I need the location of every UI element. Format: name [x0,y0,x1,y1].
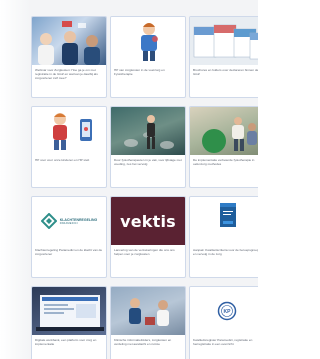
card-caption: Kwaliteitsregister Paramedici, registrat… [193,338,253,346]
screen: Webinar voor Zorgkosten: Hoe ga je om me… [0,0,258,359]
card-caption: HP van zorgkosten in de voetzorg en Fysi… [114,68,165,76]
logo-line-1: KLACHTENREGELING [59,217,98,222]
card-implementatie[interactable]: De implementatie verbeterde fysiotherapi… [189,106,258,188]
card-fysiotherapeuten[interactable]: Door fysiotherapeuten in je vak, voor li… [110,106,186,188]
card-thumbnail-logo: KP [190,287,258,335]
card-thumbnail-photo [111,287,185,335]
laptop-screen-photo [36,295,104,331]
card-thumbnail-photo [32,17,106,65]
card-thumbnail-photo [111,107,185,155]
child-phone-illustration [53,113,92,150]
card-caption: Klachtenregeling Paramedici en de klacht… [35,248,103,256]
card-caption: HP voor voor onze kinderen en HP stelt [35,158,90,162]
gym-ball-photo [202,117,257,153]
card-klinische-folders[interactable]: Klinische informatiefolders, zorgkosten … [110,286,186,359]
people-photo-illustration [38,21,100,65]
card-thumbnail-photo [190,107,258,155]
card-caption: Klinische informatiefolders, zorgkosten … [114,338,172,346]
card-thumbnail-brochures [190,17,258,65]
card-thumbnail-illustration [32,107,106,155]
card-thumbnail-book [190,197,258,245]
card-caption: Lancering van de verzekeringen die ons o… [114,248,175,256]
card-kinderen[interactable]: HP voor voor onze kinderen en HP stelt [31,106,107,188]
card-thumbnail-logo: KLACHTENREGELING PARAMEDICI [32,197,106,245]
woman-pain-illustration [141,23,158,61]
card-caption: Door fysiotherapeuten in je vak, voor li… [114,158,182,166]
card-kwaliteitscriteria[interactable]: Aanpak: Kwaliteitscriteria voor de beroe… [189,196,258,278]
card-thumbnail-logo: vektis [111,197,185,245]
card-voetzorg[interactable]: HP van zorgkosten in de voetzorg en Fysi… [110,16,186,98]
card-klachtenregeling[interactable]: KLACHTENREGELING PARAMEDICI Klachtenrege… [31,196,107,278]
kp-seal-icon: KP [217,301,237,321]
diamond-logo-icon [40,213,57,229]
card-caption: De implementatie verbeterde fysiotherapi… [193,158,255,166]
svg-text:KP: KP [224,309,232,315]
book-cover-illustration [220,203,236,227]
card-kwaliteitsregister[interactable]: KP Kwaliteitsregister Paramedici, regist… [189,286,258,359]
card-grid: Webinar voor Zorgkosten: Hoe ga je om me… [31,16,258,359]
brochure-stack-illustration [193,24,258,60]
card-digitale-werkbank[interactable]: Digitale werkbank, een platform voor zor… [31,286,107,359]
clinic-photo [111,287,185,335]
logo-line-2: PARAMEDICI [59,221,78,225]
floor-exercise-photo [124,115,174,149]
card-brochures[interactable]: Brochures en folders over declareren bin… [189,16,258,98]
card-thumbnail-illustration [111,17,185,65]
card-caption: Webinar voor Zorgkosten: Hoe ga je om me… [35,68,98,80]
card-caption: Brochures en folders over declareren bin… [193,68,258,76]
klachtenregeling-logo: KLACHTENREGELING PARAMEDICI [40,213,98,229]
card-thumbnail-photo [32,287,106,335]
vektis-logo: vektis [120,211,176,231]
card-caption: Aanpak: Kwaliteitscriteria voor de beroe… [193,248,258,256]
card-vektis[interactable]: vektis Lancering van de verzekeringen di… [110,196,186,278]
card-webinar[interactable]: Webinar voor Zorgkosten: Hoe ga je om me… [31,16,107,98]
card-caption: Digitale werkbank, een platform voor zor… [35,338,97,346]
